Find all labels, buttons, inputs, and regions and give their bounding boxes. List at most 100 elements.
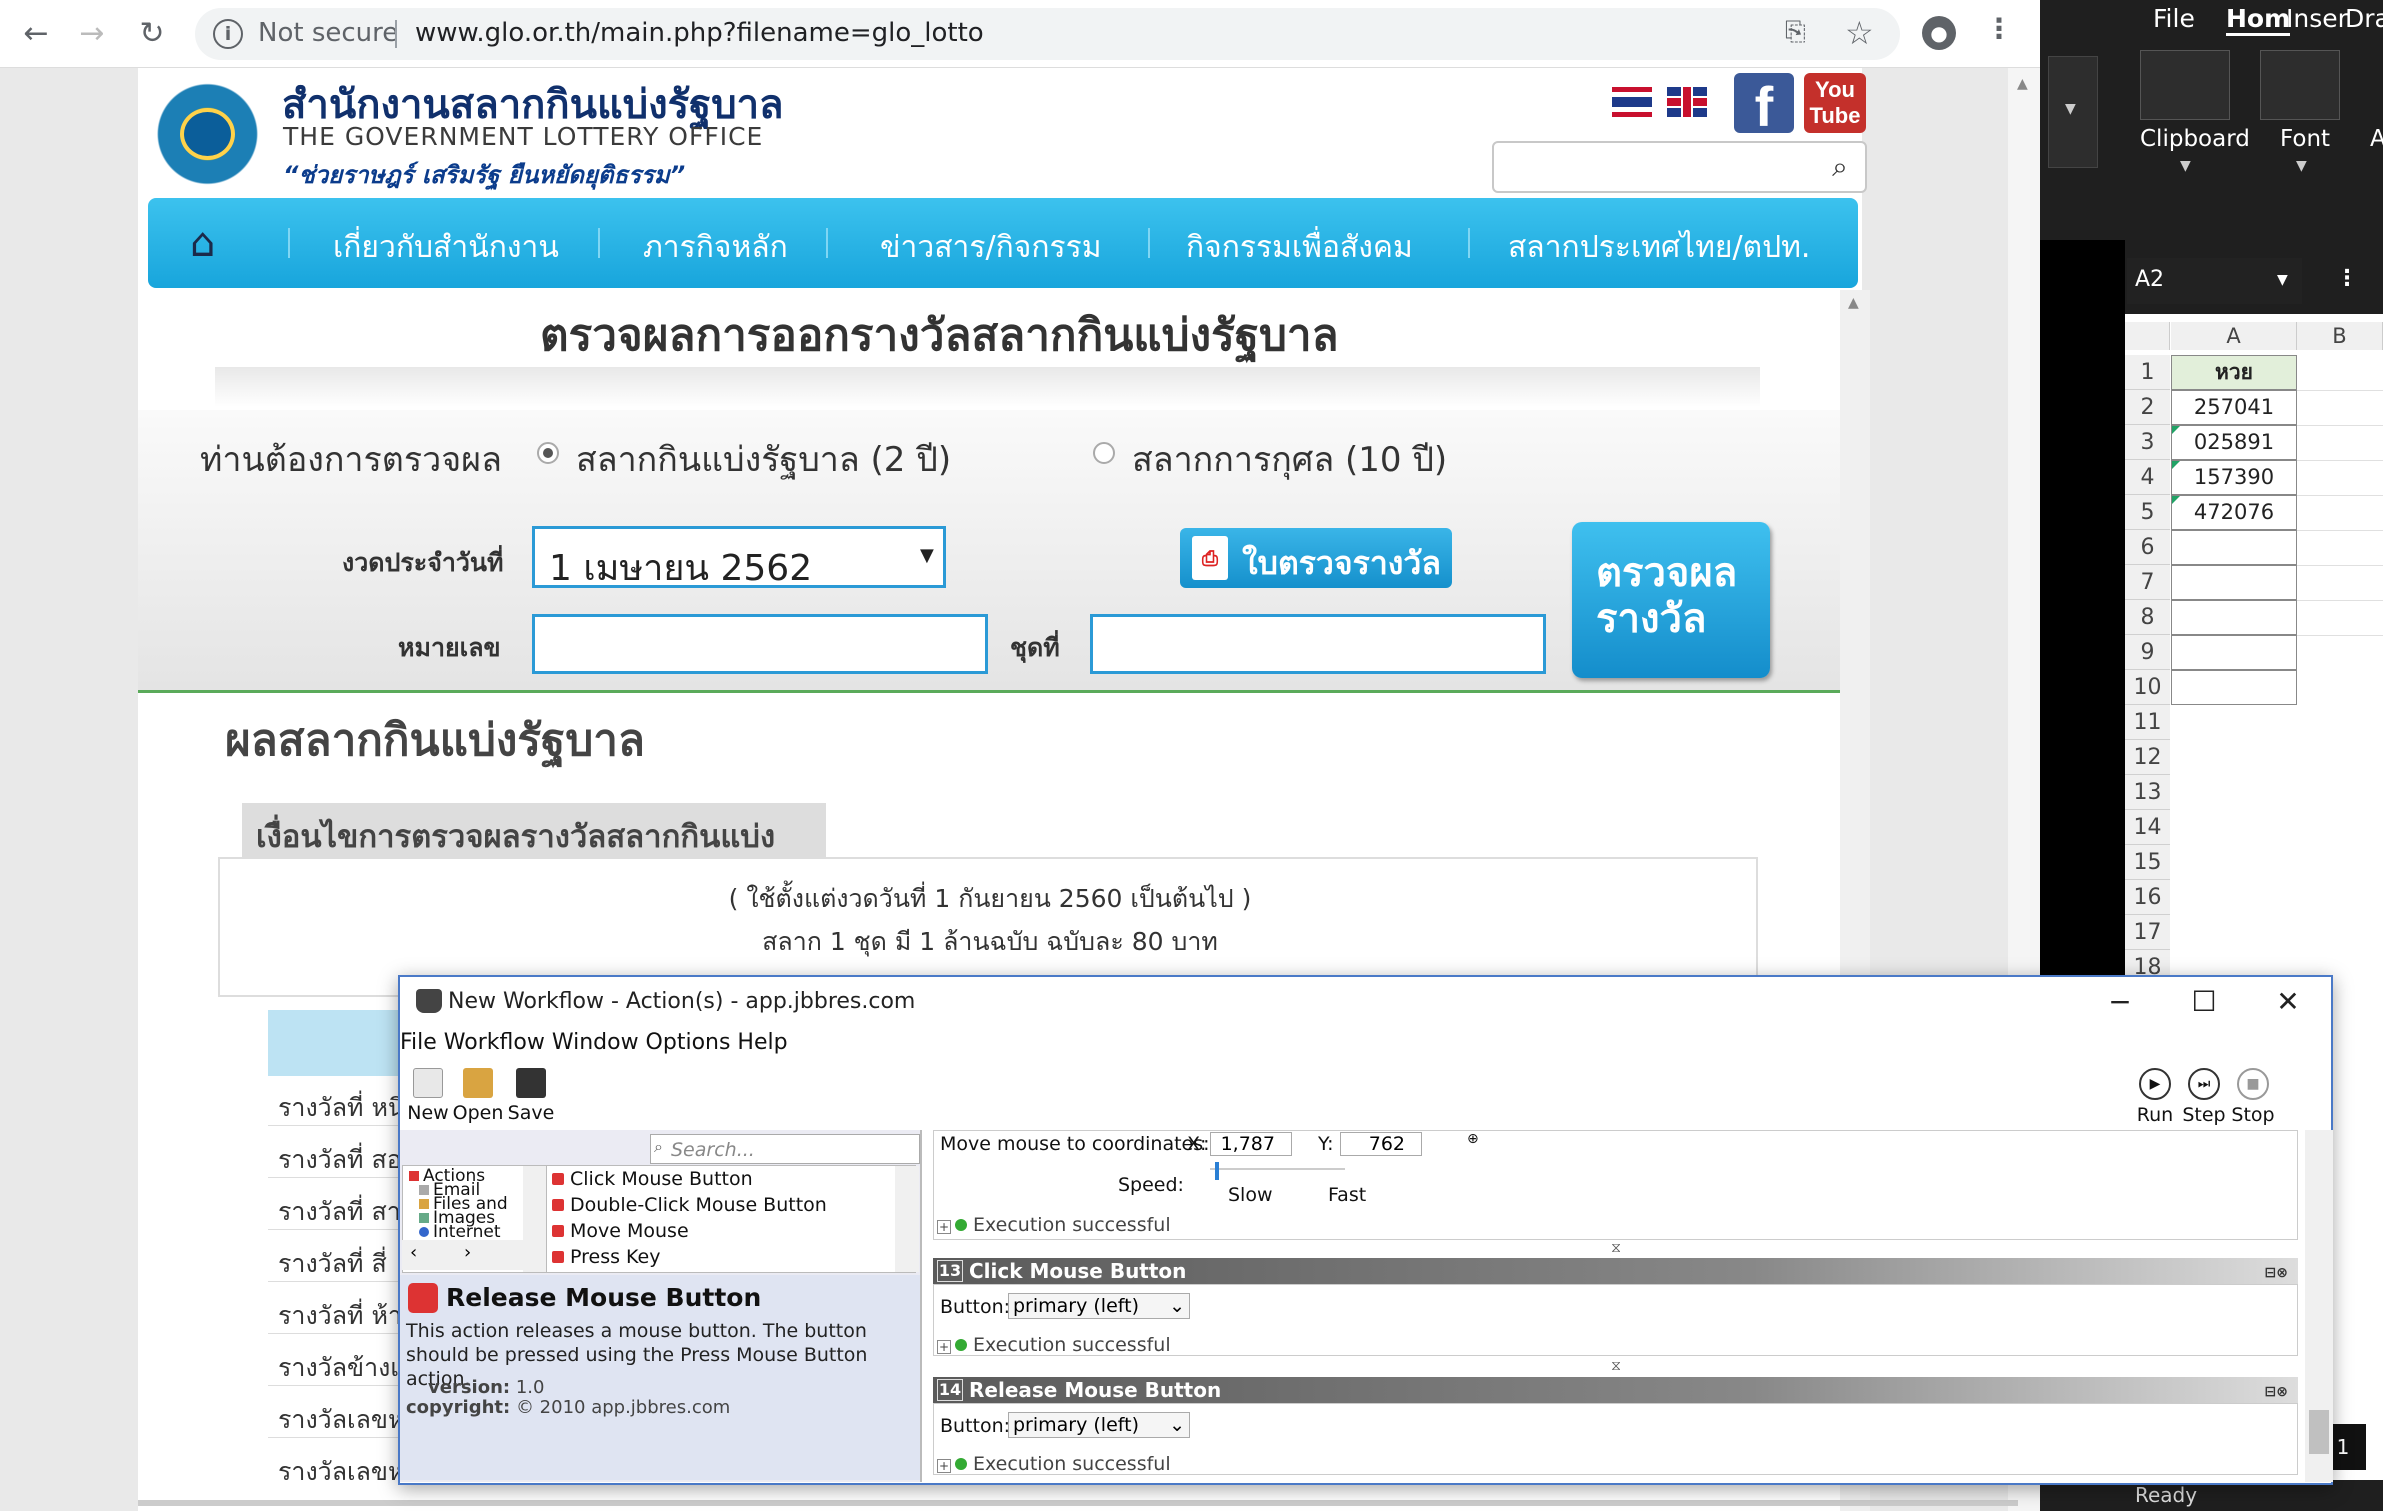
row-header[interactable]: 14 (2125, 810, 2170, 845)
step-13-header[interactable]: 13 Click Mouse Button ⊟⊗ (933, 1258, 2298, 1284)
draw-date-select[interactable]: 1 เมษายน 2562 ▼ (532, 526, 946, 589)
set-number-input[interactable] (1090, 614, 1546, 674)
scroll-right-icon[interactable]: › (464, 1242, 471, 1263)
ribbon-tab-draw[interactable]: Dra (2345, 4, 2383, 33)
row-header[interactable]: 15 (2125, 845, 2170, 880)
cell-a8[interactable] (2171, 600, 2297, 635)
cell-a5[interactable]: 472076 (2171, 495, 2297, 530)
url-text[interactable]: www.glo.or.th/main.php?filename=glo_lott… (415, 18, 984, 48)
bookmark-star-icon[interactable]: ☆ (1845, 14, 1874, 52)
browser-menu-icon[interactable]: ⋮ (1985, 12, 2013, 45)
row-header[interactable]: 11 (2125, 705, 2170, 740)
cell-a7[interactable] (2171, 565, 2297, 600)
row-header[interactable]: 16 (2125, 880, 2170, 915)
ribbon-tab-insert[interactable]: Inser (2286, 4, 2348, 33)
forward-icon[interactable]: → (70, 12, 114, 56)
y-coordinate-input[interactable]: 762 (1340, 1132, 1422, 1156)
cell-a1[interactable]: หวย (2171, 355, 2297, 390)
info-icon[interactable]: i (213, 19, 243, 49)
cell-a6[interactable] (2171, 530, 2297, 565)
maximize-icon[interactable]: ☐ (2174, 983, 2234, 1021)
radio-charity-lottery-label[interactable]: สลากการกุศล (10 ปี) (1132, 432, 1447, 486)
conditions-tab[interactable]: เงื่อนไขการตรวจผลรางวัลสลากกินแบ่งรัฐบาล (242, 803, 826, 905)
workflow-titlebar[interactable]: New Workflow - Action(s) - app.jbbres.co… (400, 977, 2331, 1027)
nav-item-news[interactable]: ข่าวสาร/กิจกรรม (880, 224, 1101, 271)
button-select[interactable]: primary (left) ⌄ (1008, 1412, 1190, 1438)
youtube-icon[interactable]: You Tube (1804, 73, 1866, 133)
search-icon[interactable]: ⌕ (1819, 147, 1861, 187)
action-click-mouse-button[interactable]: Click Mouse Button (552, 1168, 753, 1190)
ribbon-tab-file[interactable]: File (2153, 4, 2195, 33)
expand-icon[interactable]: + (937, 1220, 951, 1234)
thai-flag-icon[interactable] (1612, 87, 1652, 117)
scroll-left-icon[interactable]: ‹ (410, 1242, 417, 1263)
row-header[interactable]: 4 (2125, 460, 2170, 495)
close-icon[interactable]: ✕ (2258, 983, 2318, 1021)
row-header[interactable]: 7 (2125, 565, 2170, 600)
scroll-up-icon[interactable]: ▲ (2017, 76, 2028, 92)
home-icon[interactable]: ⌂ (190, 220, 215, 266)
new-button[interactable]: New (404, 1068, 452, 1124)
font-icon[interactable] (2260, 50, 2340, 120)
facebook-icon[interactable]: f (1734, 73, 1794, 138)
step-window-controls[interactable]: ⊟⊗ (2265, 1379, 2288, 1405)
row-header[interactable]: 5 (2125, 495, 2170, 530)
lottery-number-input[interactable] (532, 614, 988, 674)
nav-item-csr[interactable]: กิจกรรมเพื่อสังคม (1186, 224, 1413, 271)
chevron-down-icon[interactable]: ▼ (2180, 158, 2191, 174)
clipboard-icon[interactable] (2140, 50, 2230, 120)
minimize-icon[interactable]: − (2090, 983, 2150, 1021)
account-icon[interactable]: ● (1922, 16, 1956, 50)
nav-item-about[interactable]: เกี่ยวกับสำนักงาน (333, 224, 559, 271)
step-14-header[interactable]: 14 Release Mouse Button ⊟⊗ (933, 1377, 2298, 1403)
tree-horizontal-scrollbar[interactable]: ‹ › (402, 1240, 552, 1270)
steps-scrollbar[interactable] (2305, 1130, 2333, 1482)
uk-flag-icon[interactable] (1667, 87, 1707, 117)
nav-item-mission[interactable]: ภารกิจหลัก (643, 224, 788, 271)
cell-a4[interactable]: 157390 (2171, 460, 2297, 495)
radio-government-lottery-label[interactable]: สลากกินแบ่งรัฐบาล (2 ปี) (576, 432, 951, 486)
x-coordinate-input[interactable]: 1,787 (1210, 1132, 1292, 1156)
row-header[interactable]: 17 (2125, 915, 2170, 950)
row-header[interactable]: 12 (2125, 740, 2170, 775)
reload-icon[interactable]: ↻ (130, 12, 174, 56)
expand-icon[interactable]: + (937, 1340, 951, 1354)
action-move-mouse[interactable]: Move Mouse (552, 1220, 689, 1242)
expand-icon[interactable]: + (937, 1459, 951, 1473)
scrollbar-thumb[interactable] (2309, 1410, 2329, 1454)
tree-item-internet[interactable]: Internet (419, 1222, 501, 1242)
name-box[interactable]: A2 ▼ (2127, 258, 2302, 304)
speed-slider[interactable] (1210, 1168, 1345, 1170)
row-header[interactable]: 13 (2125, 775, 2170, 810)
row-header[interactable]: 1 (2125, 355, 2170, 390)
crosshair-icon[interactable]: ⊕ (1467, 1131, 1479, 1147)
row-header[interactable]: 6 (2125, 530, 2170, 565)
more-options-icon[interactable]: ⋮ (2336, 266, 2358, 291)
cell-a2[interactable]: 257041 (2171, 390, 2297, 425)
step-window-controls[interactable]: ⊟⊗ (2265, 1260, 2288, 1286)
nav-item-lottery[interactable]: สลากประเทศไทย/ตปท. (1508, 224, 1810, 271)
check-result-button[interactable]: ตรวจผล รางวัล (1572, 522, 1770, 678)
row-header[interactable]: 2 (2125, 390, 2170, 425)
select-all-corner[interactable] (2125, 322, 2170, 350)
run-button[interactable]: ▶ Run (2133, 1068, 2177, 1126)
result-sheet-button[interactable]: ⎙ ใบตรวจรางวัล (1180, 528, 1452, 588)
ribbon-tab-home[interactable]: Hom (2226, 4, 2291, 36)
stop-button[interactable]: ■ Stop (2230, 1068, 2276, 1126)
action-search-input[interactable]: ⌕ Search... (650, 1134, 920, 1164)
action-double-click[interactable]: Double-Click Mouse Button (552, 1194, 827, 1216)
row-header[interactable]: 9 (2125, 635, 2170, 670)
horizontal-scrollbar[interactable] (138, 1500, 2018, 1506)
radio-charity-lottery[interactable] (1093, 442, 1115, 464)
row-header[interactable]: 8 (2125, 600, 2170, 635)
scroll-up-icon[interactable]: ▲ (1848, 295, 1859, 311)
radio-government-lottery[interactable] (537, 442, 559, 464)
column-header-b[interactable]: B (2297, 322, 2383, 350)
ribbon-collapse-button[interactable]: ▼ (2048, 56, 2098, 168)
actions-list[interactable]: Click Mouse Button Double-Click Mouse Bu… (546, 1165, 916, 1273)
chevron-down-icon[interactable]: ▼ (2277, 272, 2288, 288)
cell-a3[interactable]: 025891 (2171, 425, 2297, 460)
glo-logo[interactable] (150, 80, 265, 188)
save-button[interactable]: Save (505, 1068, 557, 1124)
column-header-a[interactable]: A (2171, 322, 2297, 350)
